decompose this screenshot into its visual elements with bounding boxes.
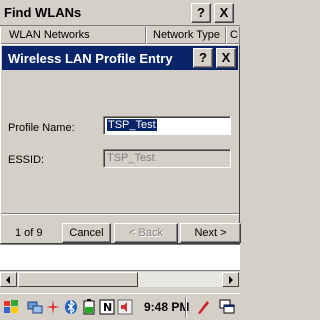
profile-name-input[interactable]: TSP_Test <box>103 116 231 135</box>
volume-icon[interactable] <box>117 299 133 315</box>
find-wlans-help-button[interactable]: ? <box>191 3 211 23</box>
horizontal-scrollbar[interactable] <box>0 270 240 287</box>
dialog-titlebar: Wireless LAN Profile Entry ? X <box>2 46 238 70</box>
windows-start-icon[interactable] <box>3 299 19 315</box>
network-icon[interactable] <box>27 299 43 315</box>
profile-name-label: Profile Name: <box>8 122 75 134</box>
wireless-status-icon[interactable] <box>45 299 61 315</box>
page-indicator: 1 of 9 <box>15 227 43 239</box>
scroll-left-icon[interactable] <box>0 272 17 287</box>
wlan-list-header: WLAN Networks Network Type C <box>0 27 240 44</box>
essid-input: TSP_Test <box>103 149 231 168</box>
find-wlans-title: Find WLANs <box>4 5 82 20</box>
profile-name-value: TSP_Test <box>107 119 157 131</box>
column-header-c[interactable]: C <box>226 27 240 44</box>
find-wlans-titlebar: Find WLANs ? X <box>0 0 240 26</box>
svg-text:N: N <box>103 301 112 314</box>
column-header-wlan-networks[interactable]: WLAN Networks <box>0 27 146 44</box>
wlan-list-body[interactable] <box>0 244 240 270</box>
tray-divider <box>185 297 187 318</box>
scroll-track[interactable] <box>138 272 222 287</box>
clock[interactable]: 9:48 PM <box>144 300 189 314</box>
input-panel-icon[interactable]: N <box>99 299 115 315</box>
next-button[interactable]: Next > <box>180 223 241 243</box>
wlan-profile-dialog: Wireless LAN Profile Entry ? X Profile N… <box>0 44 241 244</box>
stylus-icon[interactable] <box>195 299 211 315</box>
taskbar: N 9:48 PM <box>0 293 240 320</box>
cancel-button[interactable]: Cancel <box>62 223 111 243</box>
battery-icon[interactable] <box>81 299 97 315</box>
back-button: < Back <box>114 223 178 243</box>
dialog-divider <box>1 213 239 215</box>
switch-windows-icon[interactable] <box>219 299 235 315</box>
scroll-right-icon[interactable] <box>222 272 239 287</box>
bluetooth-icon[interactable] <box>63 299 79 315</box>
dialog-close-button[interactable]: X <box>216 48 236 68</box>
dialog-help-button[interactable]: ? <box>193 48 213 68</box>
scroll-thumb[interactable] <box>18 272 138 287</box>
dialog-title: Wireless LAN Profile Entry <box>8 51 173 66</box>
column-header-network-type[interactable]: Network Type <box>146 27 226 44</box>
essid-label: ESSID: <box>8 154 45 166</box>
find-wlans-close-button[interactable]: X <box>214 3 234 23</box>
